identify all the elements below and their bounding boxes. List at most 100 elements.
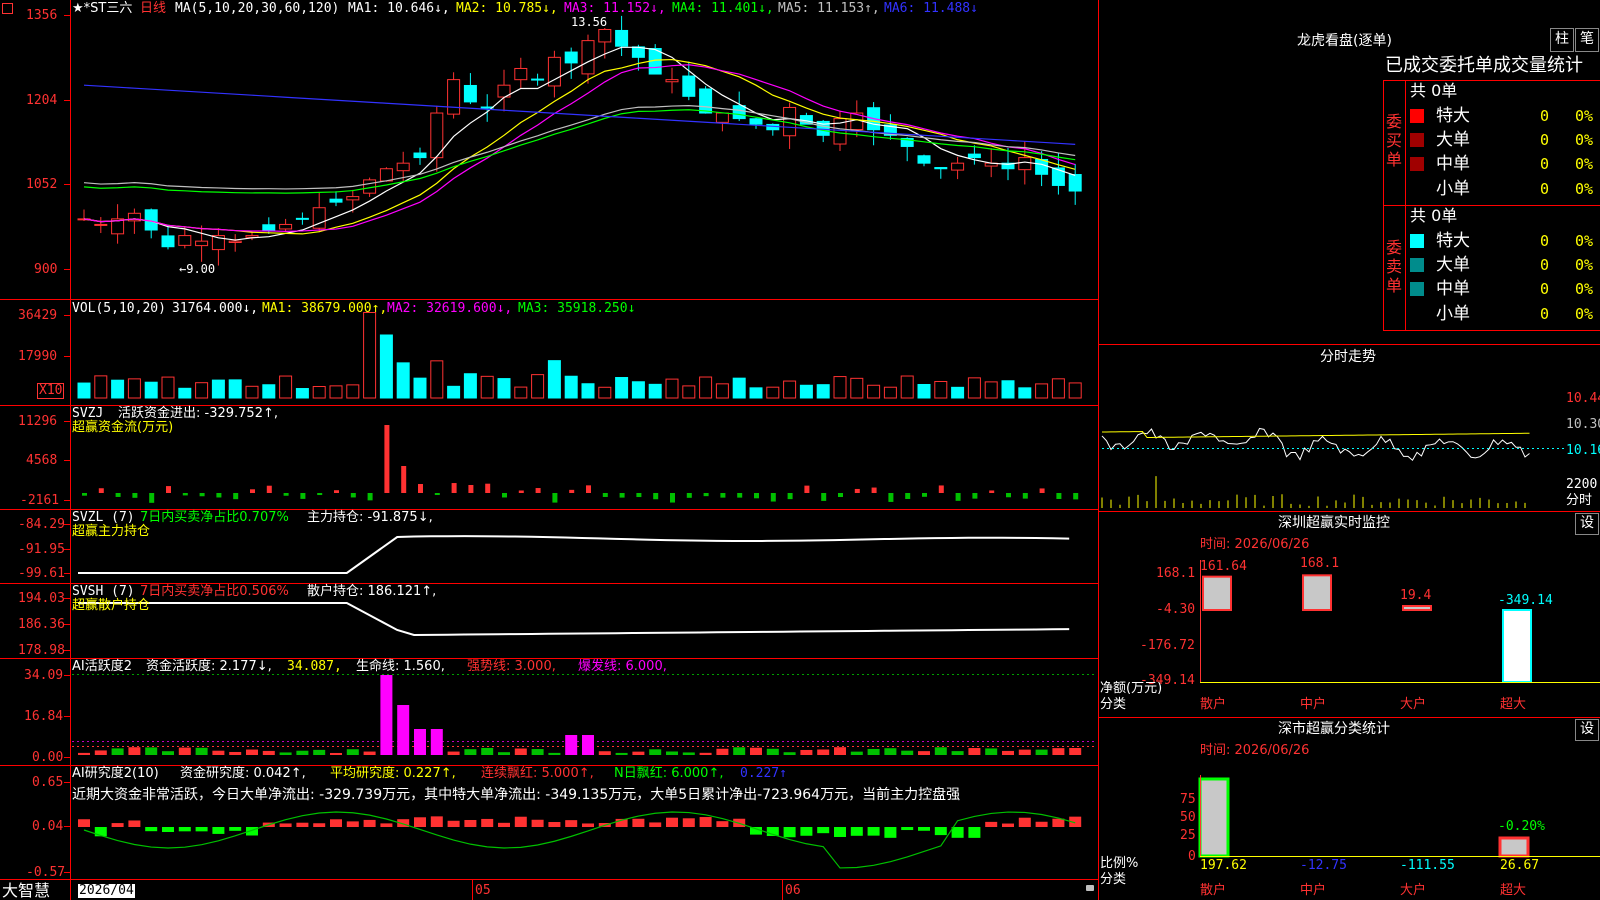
svzj-sub: 超赢资金流(万元): [72, 420, 174, 435]
ai-active-desc5: 爆发线: 6.000,: [578, 659, 667, 674]
y-tick: -84.29: [18, 517, 65, 532]
volume-bar: [1051, 378, 1065, 399]
ai-active-desc4: 强势线: 3.000,: [467, 659, 556, 674]
activity-bar: [834, 747, 846, 755]
sell-row-label: 小单: [1436, 304, 1470, 324]
stat-cat-label: 中户: [1300, 883, 1327, 898]
svzj-label: SVZJ: [72, 406, 104, 421]
volume-bar: [816, 384, 830, 399]
research-bar: [716, 821, 729, 827]
buy-row-label: 大单: [1436, 130, 1470, 150]
fund-bar: [905, 493, 911, 499]
candle-body: [531, 78, 545, 81]
research-bar: [531, 819, 544, 827]
activity-bar: [750, 747, 762, 755]
fund-bar: [972, 493, 978, 499]
volume-bar: [161, 376, 175, 399]
activity-bar: [615, 752, 628, 755]
monitor-bar: [1202, 575, 1232, 612]
sell-m-count: 0: [1540, 280, 1550, 298]
activity-bar: [346, 749, 359, 755]
volume-bar: [111, 379, 125, 399]
research-bar: [1052, 818, 1065, 827]
volume-bar: [228, 379, 242, 399]
buy-row-label: 中单: [1436, 154, 1470, 174]
sell-s-count: 0: [1540, 305, 1550, 323]
activity-bar: [447, 751, 460, 755]
activity-bar: [699, 752, 712, 755]
fund-bar: [451, 483, 457, 493]
ai-research-desc2: 平均研究度: 0.227↑,: [330, 766, 456, 781]
ai-research-desc3: 连续飘红: 5.000↑,: [481, 766, 594, 781]
intraday-title: 分时走势: [1320, 349, 1376, 365]
volume-bar: [195, 382, 209, 399]
fund-bar: [518, 490, 524, 493]
candle-body: [951, 162, 965, 171]
candle-body: [161, 235, 175, 248]
candle-body: [279, 223, 293, 230]
monitor-cat-label: 大户: [1400, 697, 1427, 712]
research-bar: [430, 816, 443, 827]
volume-bar: [682, 385, 696, 399]
retail-holding-line: [78, 602, 1070, 637]
fund-bar: [115, 493, 121, 497]
candle-body: [665, 79, 679, 83]
stat-value: 26.67: [1500, 858, 1540, 873]
pen-mode-button[interactable]: 笔: [1575, 28, 1599, 52]
svsh-desc: 散户持仓: 186.121↑,: [307, 584, 437, 599]
candle-body: [447, 79, 461, 115]
research-bar: [1018, 817, 1031, 827]
research-bar: [850, 827, 863, 836]
candle-body: [94, 223, 108, 226]
research-bar: [145, 827, 158, 832]
monitor-cat: 分类: [1100, 697, 1127, 712]
period-label[interactable]: 日线: [140, 2, 166, 16]
volume-bar: [94, 375, 108, 399]
stat-y: 50: [1180, 810, 1196, 825]
fund-bar: [703, 493, 709, 497]
sell-row-label: 中单: [1436, 279, 1470, 299]
candle-body: [581, 40, 595, 75]
y-tick: 1356: [26, 8, 58, 23]
activity-bar: [582, 735, 594, 755]
y-tick: 900: [34, 262, 58, 277]
research-bar: [313, 823, 326, 827]
volume-bar: [363, 312, 377, 399]
candle-body: [699, 88, 713, 114]
sell-l-count: 0: [1540, 256, 1550, 274]
vol-label: VOL(5,10,20): [72, 301, 166, 316]
price-chart-canvas[interactable]: [0, 0, 1600, 900]
stat-cat-label: 散户: [1200, 883, 1227, 898]
activity-bar: [867, 748, 880, 755]
candle-body: [682, 75, 696, 97]
research-bar: [195, 827, 208, 832]
sell-total: 共 0单: [1410, 206, 1458, 225]
buy-s-count: 0: [1540, 180, 1550, 198]
y-tick: -91.95: [18, 542, 65, 557]
main-holding-line: [78, 535, 1070, 574]
monitor-settings-button[interactable]: 设: [1575, 513, 1599, 535]
menu-box-icon[interactable]: [2, 3, 13, 14]
lock-icon[interactable]: [1086, 885, 1094, 891]
candle-body: [396, 162, 410, 172]
stat-cat: 分类: [1100, 872, 1127, 887]
activity-bar: [145, 747, 158, 755]
volume-bar: [514, 386, 528, 399]
activity-bar: [918, 751, 930, 755]
bar-mode-button[interactable]: 柱: [1550, 28, 1574, 52]
activity-bar: [901, 750, 914, 755]
volume-bar: [715, 383, 729, 399]
activity-bar: [766, 748, 779, 755]
fund-bar: [485, 483, 491, 493]
stat-title: 深市超赢分类统计: [1278, 721, 1390, 737]
fund-bar: [82, 493, 87, 496]
buy-m-swatch: [1410, 157, 1424, 171]
stat-settings-button[interactable]: 设: [1575, 719, 1599, 741]
monitor-cat-label: 中户: [1300, 697, 1327, 712]
ma-params: MA(5,10,20,30,60,120): [175, 1, 340, 16]
dragon-tiger-title: 龙虎看盘(逐单): [1297, 33, 1392, 49]
fund-bar: [619, 493, 625, 498]
fund-bar: [401, 466, 407, 493]
activity-bar: [363, 751, 376, 755]
volume-bar: [312, 386, 326, 399]
